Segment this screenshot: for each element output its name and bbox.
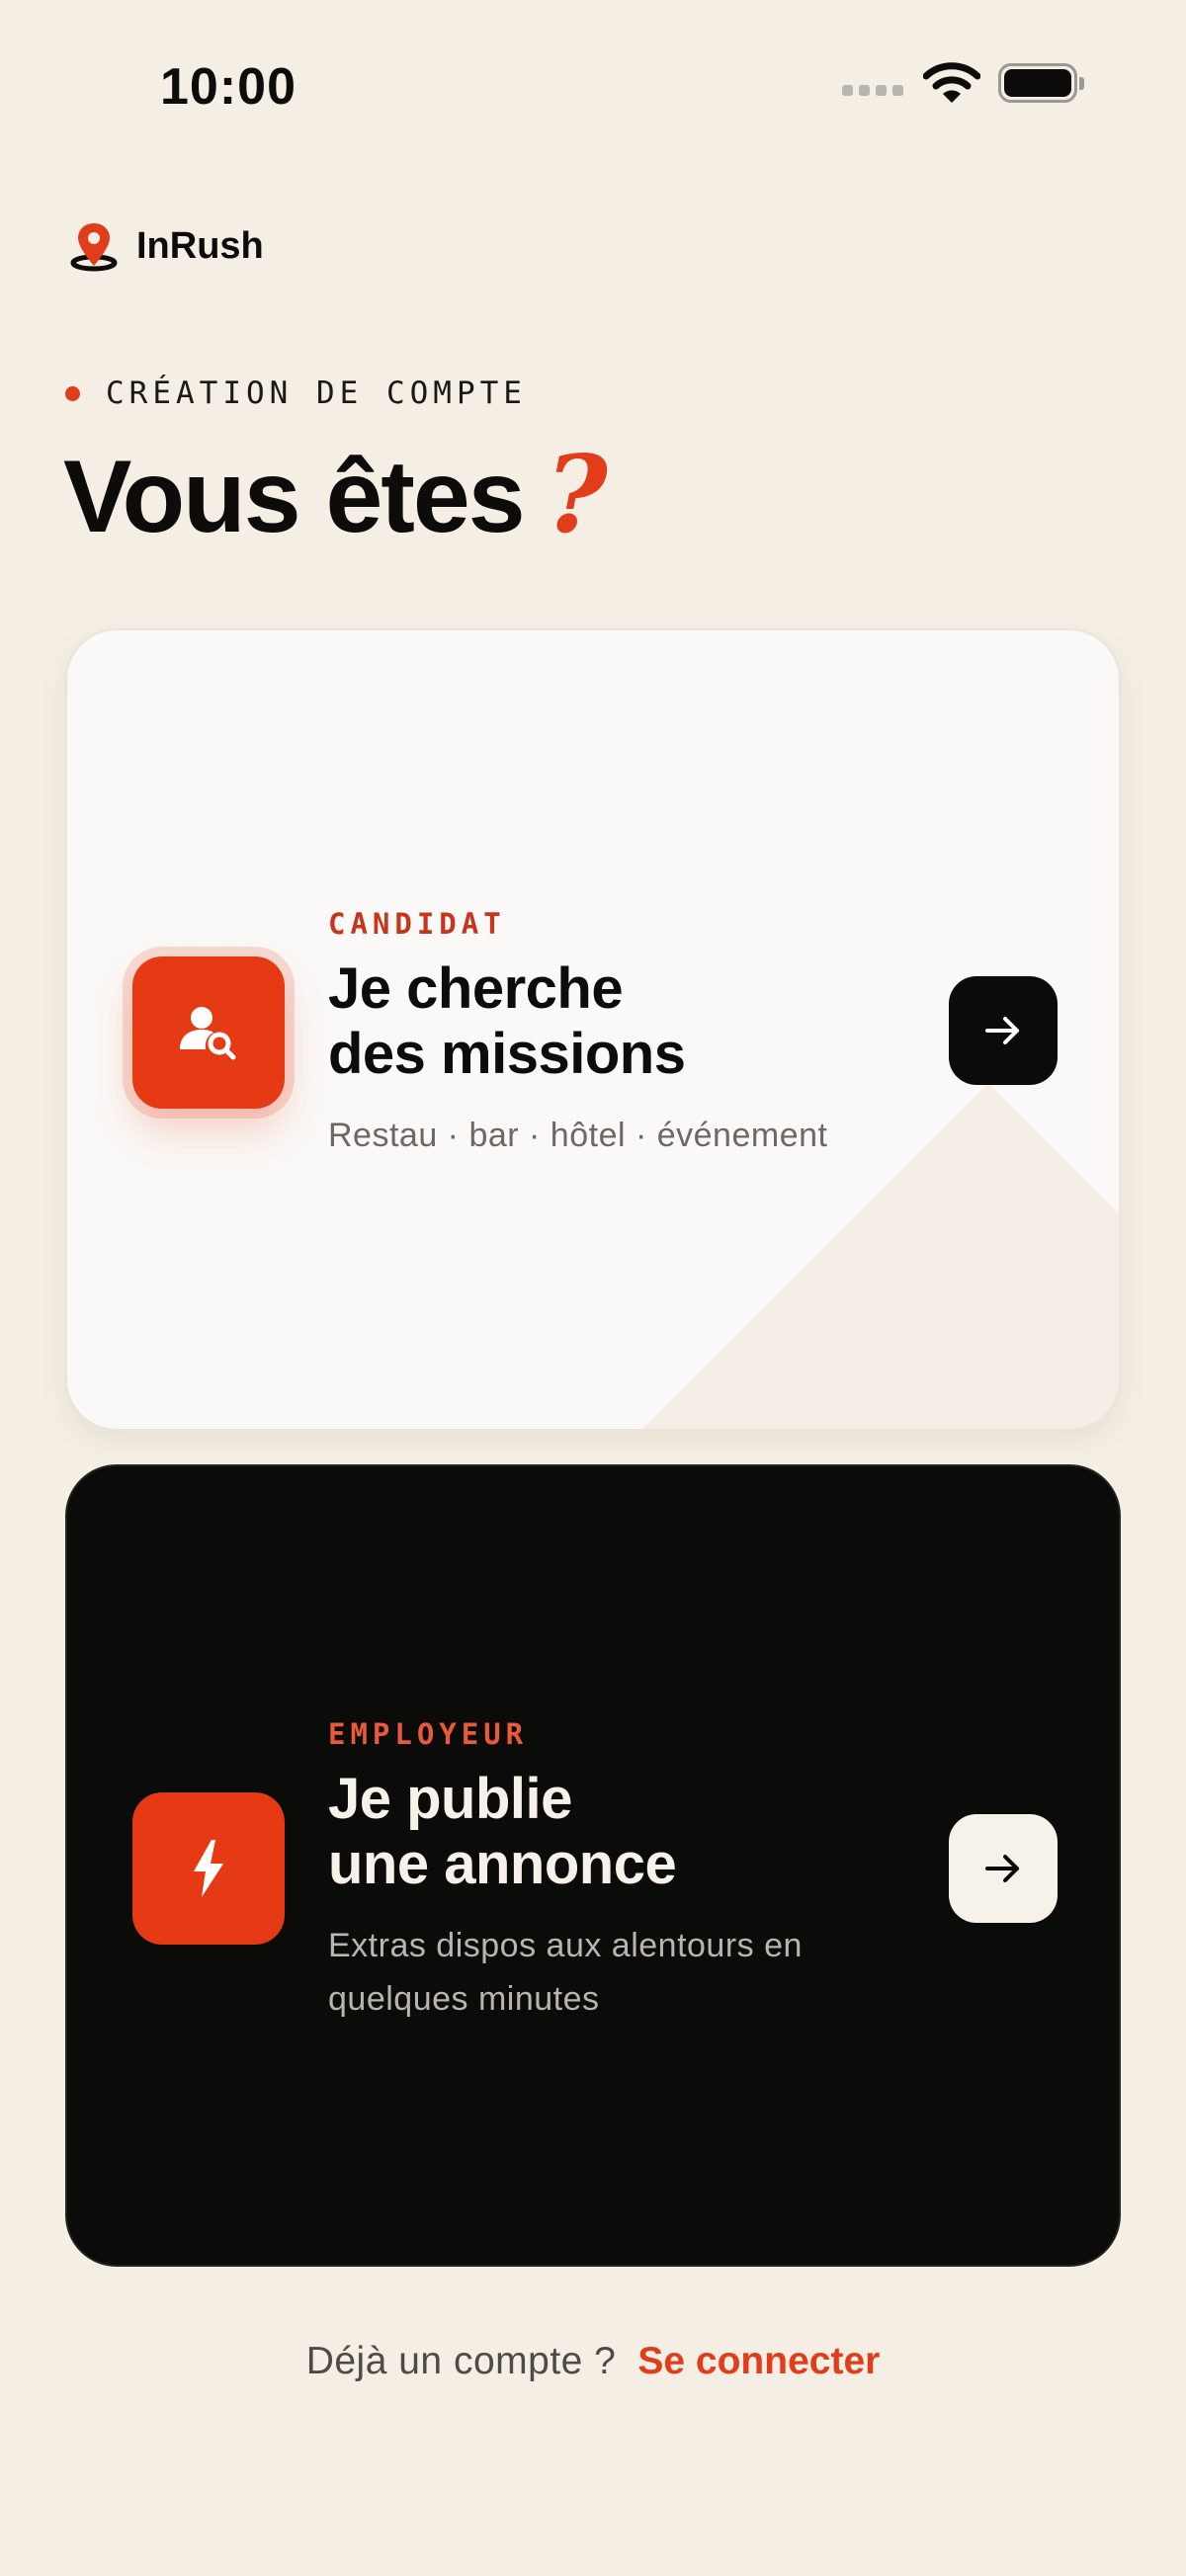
candidate-icon-tile: [132, 956, 285, 1109]
employer-card-title: Je publie une annonce: [328, 1767, 921, 1897]
employer-card-subtitle: Extras dispos aux alentours en quelques …: [328, 1919, 921, 2026]
employer-continue-button[interactable]: [949, 1814, 1058, 1923]
candidate-card-body: CANDIDAT Je cherche des missions Restau …: [328, 907, 921, 1162]
lightning-bolt-icon: [194, 1840, 223, 1897]
kicker-text: CRÉATION DE COMPTE: [106, 375, 527, 411]
arrow-right-icon: [985, 1855, 1019, 1882]
page-title-question-mark: ?: [545, 433, 608, 557]
candidate-continue-button[interactable]: [949, 976, 1058, 1085]
candidate-role-label: CANDIDAT: [328, 907, 506, 941]
battery-icon: [998, 63, 1084, 103]
user-search-icon: [180, 1007, 236, 1060]
location-pin-logo-icon: [70, 223, 118, 272]
candidate-title-line-1: Je cherche: [328, 956, 624, 1021]
wifi-icon: [923, 62, 980, 103]
employer-title-line-2: une annonce: [328, 1832, 677, 1896]
page-title-text: Vous êtes: [63, 440, 526, 554]
employer-icon-tile: [132, 1792, 285, 1945]
brand-name: InRush: [136, 224, 264, 267]
account-type-screen: 10:00 InRush CRÉATION DE COMPTE Vous ête…: [0, 0, 1186, 2576]
arrow-right-icon: [985, 1017, 1019, 1044]
employer-subtitle-line-1: Extras dispos aux alentours en: [328, 1927, 803, 1964]
login-link[interactable]: Se connecter: [637, 2340, 880, 2383]
candidate-title-line-2: des missions: [328, 1022, 686, 1086]
employer-option-card[interactable]: EMPLOYEUR Je publie une annonce Extras d…: [65, 1464, 1121, 2267]
page-title: Vous êtes ?: [63, 433, 608, 557]
status-time: 10:00: [160, 58, 296, 116]
section-kicker: CRÉATION DE COMPTE: [65, 375, 527, 411]
kicker-dot: [65, 385, 80, 401]
employer-subtitle-line-2: quelques minutes: [328, 1980, 600, 2018]
login-question: Déjà un compte ?: [305, 2340, 617, 2382]
brand: InRush: [69, 219, 264, 273]
candidate-card-title: Je cherche des missions: [328, 956, 921, 1087]
candidate-card-subtitle: Restau · bar · hôtel · événement: [328, 1117, 828, 1154]
status-indicators: [842, 61, 1084, 105]
cellular-signal-icon: [842, 84, 903, 96]
login-prompt: Déjà un compte ? Se connecter: [0, 2340, 1186, 2383]
candidate-option-card[interactable]: CANDIDAT Je cherche des missions Restau …: [65, 628, 1121, 1431]
employer-card-body: EMPLOYEUR Je publie une annonce Extras d…: [328, 1717, 921, 2026]
employer-title-line-1: Je publie: [328, 1767, 572, 1831]
employer-role-label: EMPLOYEUR: [328, 1717, 529, 1751]
